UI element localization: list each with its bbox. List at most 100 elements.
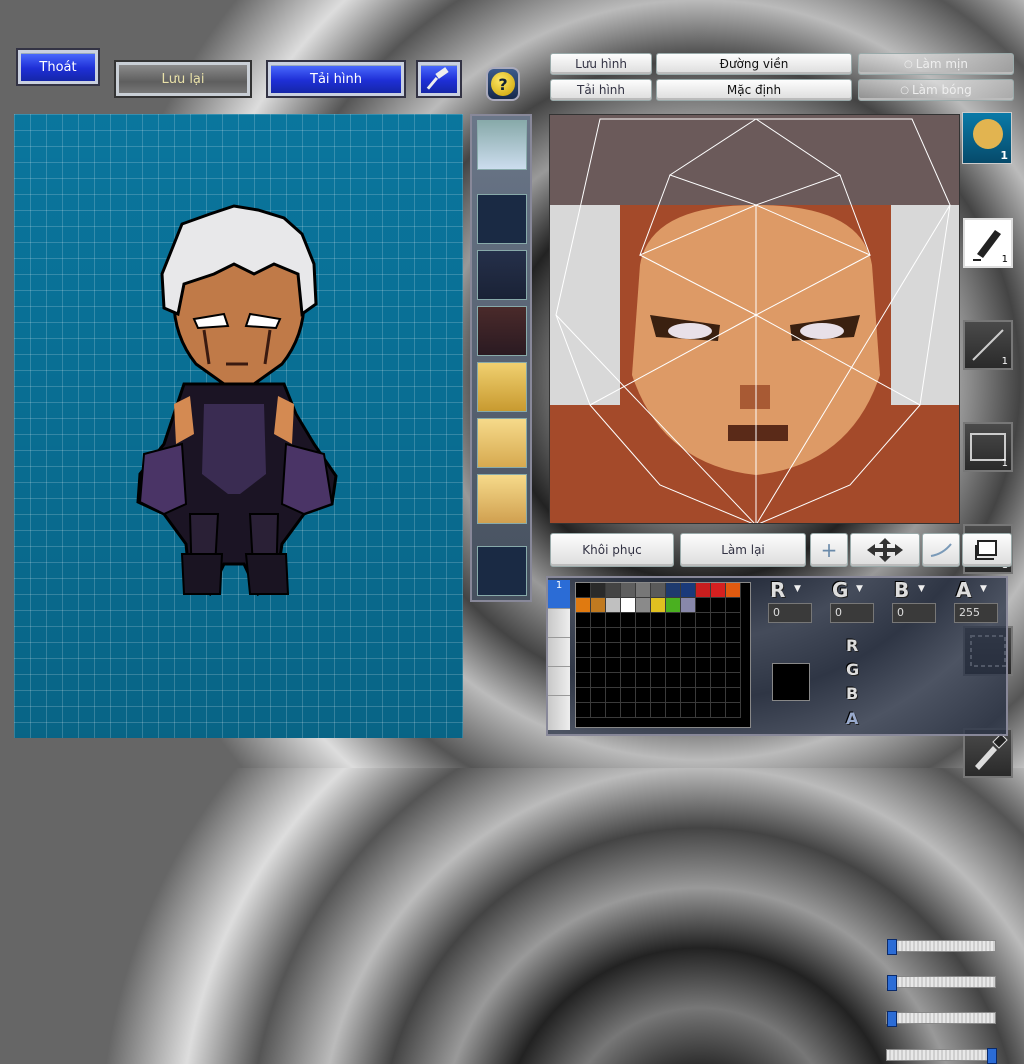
palette-swatch[interactable]	[576, 658, 591, 673]
character-canvas[interactable]	[14, 114, 463, 738]
palette-swatch[interactable]	[606, 628, 621, 643]
palette-tab-3[interactable]	[548, 637, 570, 666]
palette-swatch[interactable]	[711, 583, 726, 598]
palette-swatch[interactable]	[636, 673, 651, 688]
palette-swatch[interactable]	[666, 598, 681, 613]
palette-swatch[interactable]	[651, 673, 666, 688]
palette-swatch[interactable]	[621, 583, 636, 598]
palette-swatch[interactable]	[726, 703, 741, 718]
palette-swatch[interactable]	[576, 583, 591, 598]
g-slider-knob[interactable]	[887, 975, 897, 991]
load-button[interactable]: Tải hình	[266, 60, 406, 98]
palette-swatch[interactable]	[666, 613, 681, 628]
palette-swatch[interactable]	[696, 628, 711, 643]
palette-swatch[interactable]	[591, 673, 606, 688]
palette-swatch[interactable]	[726, 598, 741, 613]
palette-swatch[interactable]	[591, 613, 606, 628]
smooth-option[interactable]: ○ Làm mịn	[858, 53, 1014, 75]
r-dropdown-icon[interactable]: ▼	[794, 584, 801, 594]
palette-swatch[interactable]	[576, 688, 591, 703]
palette-swatch[interactable]	[681, 613, 696, 628]
palette-swatch[interactable]	[666, 628, 681, 643]
thumbnail-armor[interactable]	[477, 306, 527, 356]
palette-swatch[interactable]	[576, 703, 591, 718]
palette-swatch[interactable]	[651, 598, 666, 613]
palette-swatch[interactable]	[666, 658, 681, 673]
palette-swatch[interactable]	[711, 628, 726, 643]
palette-swatch[interactable]	[576, 643, 591, 658]
palette-swatch[interactable]	[666, 643, 681, 658]
palette-swatch[interactable]	[681, 643, 696, 658]
palette-swatch[interactable]	[621, 703, 636, 718]
palette-swatch[interactable]	[681, 583, 696, 598]
load-image-button[interactable]: Tải hình	[550, 79, 652, 101]
palette-swatch[interactable]	[636, 583, 651, 598]
palette-swatch[interactable]	[651, 658, 666, 673]
palette-swatch[interactable]	[636, 628, 651, 643]
rectangle-tool[interactable]: 1	[963, 422, 1013, 472]
palette-swatch[interactable]	[711, 703, 726, 718]
preview-badge[interactable]: 1	[962, 112, 1012, 164]
palette-swatch[interactable]	[621, 658, 636, 673]
a-slider[interactable]	[886, 1048, 997, 1064]
palette-swatch[interactable]	[651, 688, 666, 703]
save-image-button[interactable]: Lưu hình	[550, 53, 652, 75]
hammer-button[interactable]	[416, 60, 462, 98]
exit-button[interactable]: Thoát	[16, 48, 100, 86]
thumbnail-face-2[interactable]	[477, 362, 527, 412]
palette-swatch[interactable]	[636, 658, 651, 673]
palette-swatch[interactable]	[681, 673, 696, 688]
palette-swatch[interactable]	[591, 628, 606, 643]
palette-swatch[interactable]	[621, 613, 636, 628]
g-slider[interactable]	[886, 975, 996, 991]
palette-swatch[interactable]	[576, 613, 591, 628]
palette-swatch[interactable]	[696, 598, 711, 613]
layer-button[interactable]	[962, 533, 1012, 567]
a-dropdown-icon[interactable]: ▼	[980, 584, 987, 594]
b-value-field[interactable]: 0	[892, 603, 936, 623]
palette-tab-4[interactable]	[548, 666, 570, 695]
palette-swatch[interactable]	[681, 628, 696, 643]
palette-swatch[interactable]	[621, 643, 636, 658]
thumbnail-empty-1[interactable]	[477, 194, 527, 244]
palette-swatch[interactable]	[666, 703, 681, 718]
palette-swatch[interactable]	[591, 703, 606, 718]
palette-swatch[interactable]	[666, 688, 681, 703]
b-slider-knob[interactable]	[887, 1011, 897, 1027]
add-point-button[interactable]: +	[810, 533, 848, 567]
palette-swatch[interactable]	[576, 673, 591, 688]
palette-swatch[interactable]	[651, 643, 666, 658]
palette-swatch[interactable]	[576, 598, 591, 613]
palette-swatch[interactable]	[711, 598, 726, 613]
palette-swatch[interactable]	[621, 598, 636, 613]
palette-swatch[interactable]	[636, 613, 651, 628]
palette-swatch[interactable]	[606, 658, 621, 673]
palette-swatch[interactable]	[666, 673, 681, 688]
palette-swatch[interactable]	[591, 598, 606, 613]
palette-swatch[interactable]	[636, 703, 651, 718]
palette-swatch[interactable]	[696, 673, 711, 688]
palette-tab-1[interactable]: 1	[548, 580, 570, 608]
r-slider[interactable]	[886, 939, 996, 955]
outline-button[interactable]: Đường viền	[656, 53, 852, 75]
palette-swatch[interactable]	[606, 688, 621, 703]
palette-swatch[interactable]	[606, 598, 621, 613]
palette-swatch[interactable]	[591, 688, 606, 703]
palette-swatch[interactable]	[606, 673, 621, 688]
palette-swatch[interactable]	[726, 613, 741, 628]
palette-swatch[interactable]	[666, 583, 681, 598]
palette-swatch[interactable]	[621, 688, 636, 703]
palette-swatch[interactable]	[681, 658, 696, 673]
palette-swatch[interactable]	[651, 703, 666, 718]
palette-swatch[interactable]	[651, 613, 666, 628]
r-slider-knob[interactable]	[887, 939, 897, 955]
shade-option[interactable]: ○ Làm bóng	[858, 79, 1014, 101]
face-editor-canvas[interactable]	[549, 114, 960, 524]
palette-grid[interactable]	[575, 582, 751, 728]
help-button[interactable]: ?	[486, 67, 520, 101]
palette-swatch[interactable]	[726, 628, 741, 643]
thumbnail-face-3[interactable]	[477, 418, 527, 468]
palette-swatch[interactable]	[711, 658, 726, 673]
g-dropdown-icon[interactable]: ▼	[856, 584, 863, 594]
palette-swatch[interactable]	[696, 583, 711, 598]
